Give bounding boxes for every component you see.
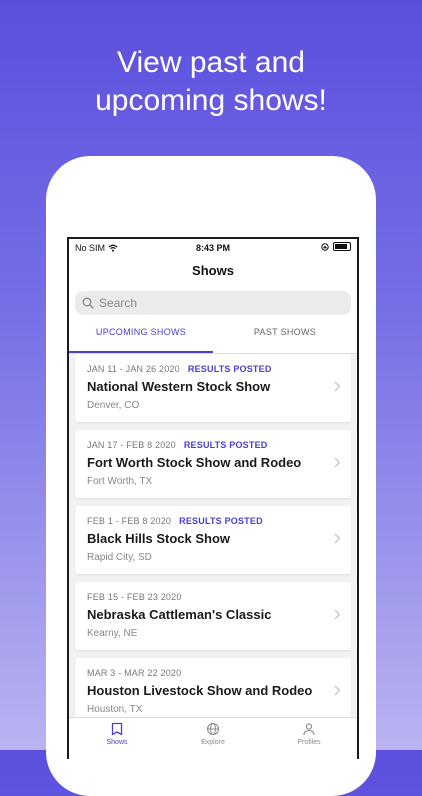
tab-past-shows[interactable]: PAST SHOWS xyxy=(213,321,357,351)
show-title: Nebraska Cattleman's Classic xyxy=(87,607,272,622)
show-card[interactable]: JAN 11 - JAN 26 2020 RESULTS POSTED Nati… xyxy=(75,354,351,422)
chevron-right-icon xyxy=(334,685,341,696)
show-dates: FEB 15 - FEB 23 2020 xyxy=(87,592,182,602)
search-bar[interactable] xyxy=(75,291,351,315)
status-bar: No SIM 8:43 PM xyxy=(69,239,357,257)
status-time: 8:43 PM xyxy=(195,243,230,253)
rotation-lock-icon xyxy=(321,242,329,251)
results-posted-badge: RESULTS POSTED xyxy=(187,364,272,374)
search-input[interactable] xyxy=(99,296,329,310)
headline-line-1: View past and xyxy=(117,46,305,79)
results-posted-badge: RESULTS POSTED xyxy=(183,440,268,450)
book-icon xyxy=(111,722,123,736)
bottom-tab-bar: Shows Explore Profiles xyxy=(69,717,357,759)
show-card[interactable]: JAN 17 - FEB 8 2020 RESULTS POSTED Fort … xyxy=(75,430,351,498)
page-title: Shows xyxy=(192,263,234,278)
battery-icon xyxy=(333,242,351,251)
show-location: Houston, TX xyxy=(87,704,143,715)
chevron-right-icon xyxy=(334,457,341,468)
show-location: Denver, CO xyxy=(87,400,140,411)
show-dates: JAN 11 - JAN 26 2020 xyxy=(87,364,180,374)
person-icon xyxy=(303,723,315,736)
app-screen: No SIM 8:43 PM Shows UP xyxy=(67,237,359,759)
tabbar-item-shows[interactable]: Shows xyxy=(69,722,165,746)
segment-tabs: UPCOMING SHOWS PAST SHOWS xyxy=(69,321,357,354)
show-card[interactable]: MAR 3 - MAR 22 2020 Houston Livestock Sh… xyxy=(75,658,351,726)
tabbar-label: Shows xyxy=(106,739,128,746)
show-title: National Western Stock Show xyxy=(87,379,271,394)
show-title: Houston Livestock Show and Rodeo xyxy=(87,683,313,698)
show-title: Fort Worth Stock Show and Rodeo xyxy=(87,455,302,470)
globe-icon xyxy=(206,722,220,736)
chevron-right-icon xyxy=(334,381,341,392)
headline-line-2: upcoming shows! xyxy=(95,84,327,117)
tabbar-item-explore[interactable]: Explore xyxy=(165,722,261,746)
show-location: Kearny, NE xyxy=(87,628,138,639)
tab-upcoming-shows[interactable]: UPCOMING SHOWS xyxy=(69,321,213,353)
show-dates: JAN 17 - FEB 8 2020 xyxy=(87,440,176,450)
show-location: Rapid City, SD xyxy=(87,552,152,563)
results-posted-badge: RESULTS POSTED xyxy=(179,516,263,526)
show-location: Fort Worth, TX xyxy=(87,476,153,487)
show-card[interactable]: FEB 15 - FEB 23 2020 Nebraska Cattleman'… xyxy=(75,582,351,650)
tabbar-label: Explore xyxy=(201,739,225,746)
show-dates: FEB 1 - FEB 8 2020 xyxy=(87,516,172,526)
chevron-right-icon xyxy=(334,533,341,544)
show-card[interactable]: FEB 1 - FEB 8 2020 RESULTS POSTED Black … xyxy=(75,506,351,574)
promo-headline: View past and upcoming shows! xyxy=(0,44,422,120)
show-title: Black Hills Stock Show xyxy=(87,531,231,546)
nav-bar: Shows xyxy=(69,257,357,287)
chevron-right-icon xyxy=(334,609,341,620)
show-dates: MAR 3 - MAR 22 2020 xyxy=(87,668,182,678)
tabbar-label: Profiles xyxy=(297,739,321,746)
search-icon xyxy=(82,297,94,309)
tabbar-item-profiles[interactable]: Profiles xyxy=(261,722,357,746)
